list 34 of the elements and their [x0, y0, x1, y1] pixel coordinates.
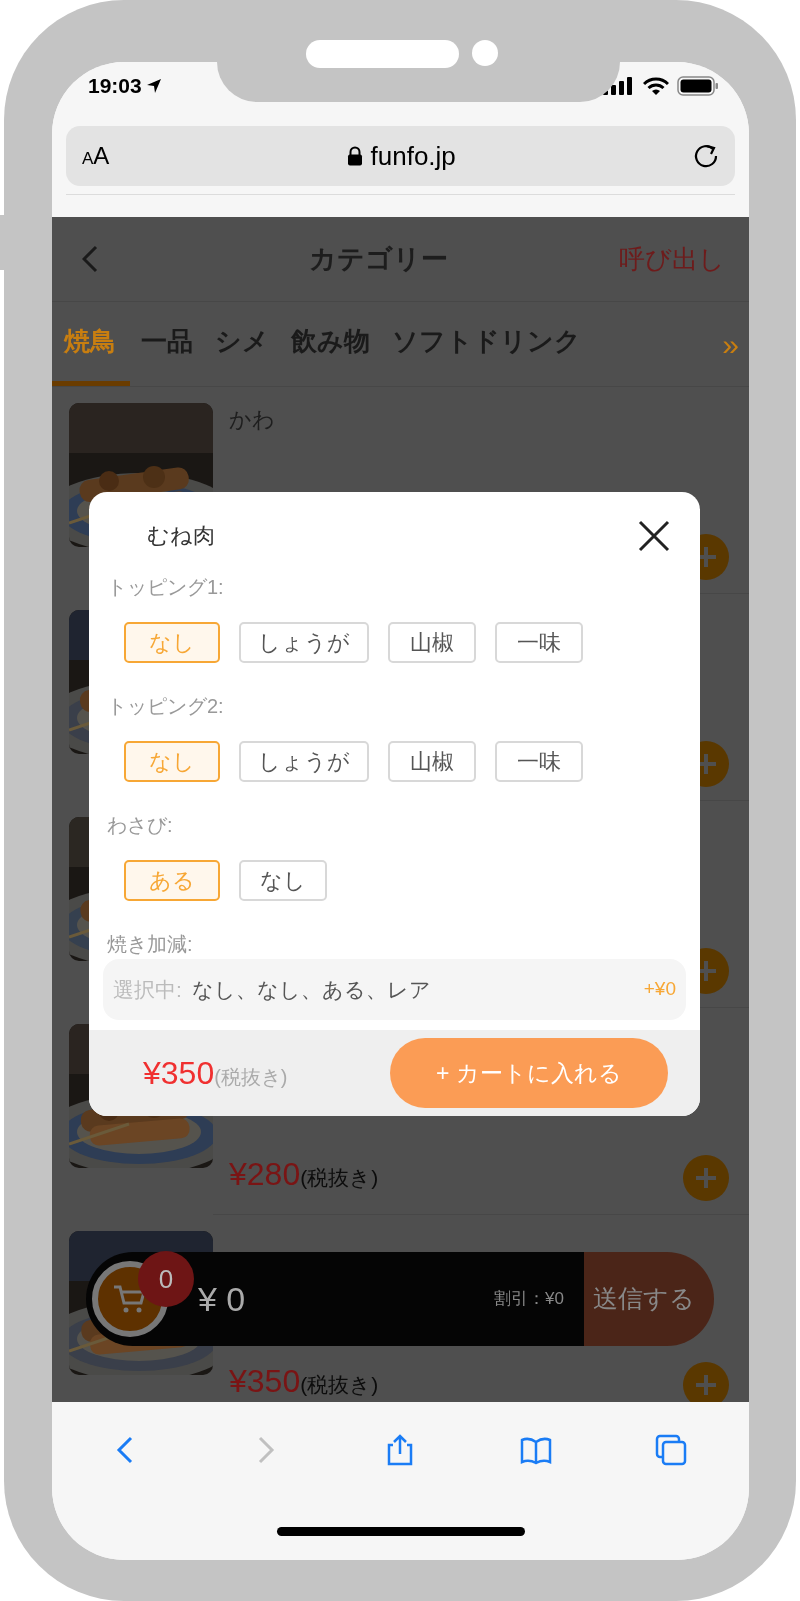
category-tab[interactable]: 焼鳥 [52, 302, 130, 386]
tax-note: (税抜き) [300, 1165, 379, 1191]
status-time: 19:03 [88, 73, 142, 100]
option-chip[interactable]: なし [124, 621, 220, 663]
option-chip[interactable]: ある [124, 859, 220, 901]
option-chip[interactable]: しょうが [239, 621, 369, 663]
more-tabs-button[interactable]: » [722, 321, 739, 367]
text-size-button[interactable]: AA [82, 138, 110, 174]
price-text: ¥350 [229, 1362, 301, 1401]
cart-total: ¥ 0 [198, 1278, 246, 1320]
option-chip[interactable]: しょうが [239, 740, 369, 782]
option-label: トッピング2: [107, 693, 224, 719]
dialog-title: むね肉 [147, 522, 215, 551]
summary-label: 選択中: [113, 976, 182, 1003]
option-chip[interactable]: なし [124, 740, 220, 782]
option-label: 焼き加減: [107, 931, 193, 957]
option-label: わさび: [107, 812, 173, 838]
extra-price: +¥0 [643, 977, 676, 1002]
address-bar[interactable]: AA funfo.jp [66, 126, 735, 186]
option-chip[interactable]: 一味 [495, 740, 583, 782]
url-text: funfo.jp [370, 139, 456, 173]
option-chip[interactable]: なし [239, 859, 327, 901]
option-chip[interactable]: 一味 [495, 621, 583, 663]
summary-text: なし、なし、ある、レア [191, 976, 431, 1003]
tax-note: (税抜き) [300, 1372, 379, 1398]
option-chip[interactable]: 山椒 [388, 740, 476, 782]
add-to-cart-button[interactable]: + カートに入れる [390, 1038, 668, 1109]
price-text: ¥350 [143, 1054, 215, 1094]
send-button[interactable]: 送信する [584, 1252, 714, 1346]
tax-note: (税抜き) [214, 1065, 288, 1091]
price-text: ¥280 [229, 1155, 301, 1194]
option-chip[interactable]: 山椒 [388, 621, 476, 663]
discount-text: 割引：¥0 [494, 1288, 564, 1311]
option-label: トッピング1: [107, 574, 224, 600]
